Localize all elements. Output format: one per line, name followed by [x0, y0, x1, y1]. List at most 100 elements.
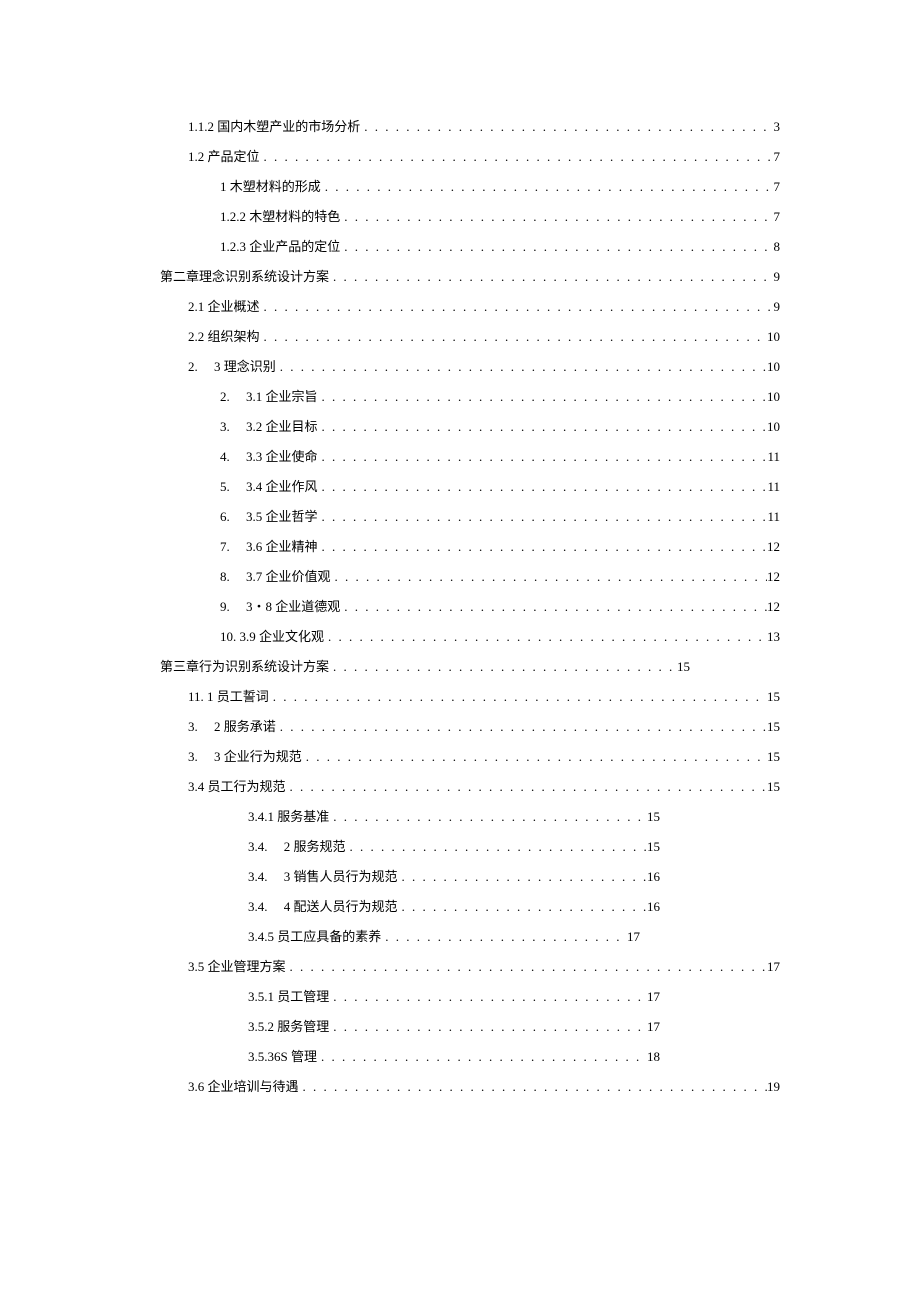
toc-label: 2. 3.1 企业宗旨 [220, 390, 318, 403]
toc-label: 6. 3.5 企业哲学 [220, 510, 318, 523]
toc-page-number: 15 [767, 780, 780, 793]
toc-leader [276, 360, 767, 373]
toc-entry: 11. 1 员工誓词15 [160, 690, 780, 703]
toc-label: 7. 3.6 企业精神 [220, 540, 318, 553]
toc-page-number: 15 [647, 810, 660, 823]
toc-label: 3. 3.2 企业目标 [220, 420, 318, 433]
toc-entry: 3.6 企业培训与待遇 19 [160, 1080, 780, 1093]
toc-entry: 4. 3.3 企业使命 11 [160, 450, 780, 463]
toc-leader [324, 630, 767, 643]
toc-leader [276, 720, 767, 733]
toc-label: 3.4. 3 销售人员行为规范 [248, 870, 398, 883]
toc-leader [340, 210, 773, 223]
toc-label: 1.2.3 企业产品的定位 [220, 240, 340, 253]
toc-leader [340, 600, 767, 613]
toc-entry: 3.5.1 员工管理17 [160, 990, 660, 1003]
toc-entry: 7. 3.6 企业精神12 [160, 540, 780, 553]
toc-entry: 第二章理念识别系统设计方案 9 [160, 270, 780, 283]
toc-leader [260, 150, 774, 163]
toc-entry: 3.4. 2 服务规范 15 [160, 840, 660, 853]
toc-leader [260, 300, 774, 313]
toc-leader [269, 690, 767, 703]
toc-label: 8. 3.7 企业价值观 [220, 570, 331, 583]
toc-label: 10. 3.9 企业文化观 [220, 630, 324, 643]
toc-entry: 3.4.1 服务基准15 [160, 810, 660, 823]
toc-leader [346, 840, 647, 853]
toc-page-number: 7 [774, 150, 781, 163]
toc-page-number: 11 [767, 510, 780, 523]
toc-page-number: 17 [647, 1020, 660, 1033]
toc-label: 1.1.2 国内木塑产业的市场分析 [188, 120, 360, 133]
toc-page-number: 9 [774, 270, 781, 283]
toc-leader [340, 240, 773, 253]
toc-container: 1.1.2 国内木塑产业的市场分析31.2 产品定位71 木塑材料的形成71.2… [160, 120, 780, 1110]
toc-entry: 10. 3.9 企业文化观13 [160, 630, 780, 643]
toc-leader [329, 1020, 647, 1033]
toc-page-number: 15 [677, 660, 690, 673]
toc-leader [318, 420, 767, 433]
toc-page-number: 12 [767, 600, 780, 613]
toc-entry: 6. 3.5 企业哲学 11 [160, 510, 780, 523]
toc-leader [318, 390, 767, 403]
toc-page-number: 15 [647, 840, 660, 853]
toc-page-number: 17 [627, 930, 640, 943]
toc-label: 3.5.2 服务管理 [248, 1020, 329, 1033]
toc-page-number: 15 [767, 690, 780, 703]
toc-entry: 1.2.3 企业产品的定位8 [160, 240, 780, 253]
toc-label: 1.2 产品定位 [188, 150, 260, 163]
toc-label: 3.6 企业培训与待遇 [188, 1080, 299, 1093]
toc-entry: 3.5 企业管理方案 17 [160, 960, 780, 973]
toc-label: 3. 3 企业行为规范 [188, 750, 302, 763]
toc-leader [331, 570, 767, 583]
toc-leader [360, 120, 773, 133]
toc-leader [329, 270, 773, 283]
toc-label: 第二章理念识别系统设计方案 [160, 270, 329, 283]
toc-entry: 2. 3 理念识别10 [160, 360, 780, 373]
toc-label: 4. 3.3 企业使命 [220, 450, 318, 463]
toc-leader [318, 540, 767, 553]
toc-label: 3.5.36S 管理 [248, 1050, 317, 1063]
toc-page-number: 11 [767, 480, 780, 493]
toc-entry: 1.1.2 国内木塑产业的市场分析 3 [160, 120, 780, 133]
toc-page-number: 17 [767, 960, 780, 973]
toc-label: 2.2 组织架构 [188, 330, 260, 343]
toc-leader [329, 660, 677, 673]
toc-leader [318, 510, 768, 523]
toc-leader [398, 870, 647, 883]
toc-page-number: 15 [767, 720, 780, 733]
toc-page-number: 7 [774, 180, 781, 193]
toc-page-number: 18 [647, 1050, 660, 1063]
toc-page-number: 12 [767, 570, 780, 583]
toc-entry: 3.4.5 员工应具备的素养17 [160, 930, 640, 943]
toc-label: 3.4. 4 配送人员行为规范 [248, 900, 398, 913]
toc-label: 3.5 企业管理方案 [188, 960, 286, 973]
toc-leader [260, 330, 767, 343]
toc-leader [286, 960, 767, 973]
toc-label: 3.5.1 员工管理 [248, 990, 329, 1003]
toc-label: 第三章行为识别系统设计方案 [160, 660, 329, 673]
toc-page-number: 11 [767, 450, 780, 463]
toc-entry: 1.2.2 木塑材料的特色7 [160, 210, 780, 223]
toc-leader [317, 1050, 647, 1063]
toc-page-number: 7 [774, 210, 781, 223]
toc-leader [318, 480, 768, 493]
toc-entry: 3. 3 企业行为规范15 [160, 750, 780, 763]
toc-entry: 1 木塑材料的形成7 [160, 180, 780, 193]
toc-leader [329, 810, 647, 823]
toc-entry: 3. 2 服务承诺15 [160, 720, 780, 733]
toc-label: 9. 3・8 企业道德观 [220, 600, 340, 613]
toc-entry: 第三章行为识别系统设计方案 15 [160, 660, 690, 673]
toc-entry: 2.1 企业概述9 [160, 300, 780, 313]
toc-leader [299, 1080, 767, 1093]
toc-entry: 2.2 组织架构10 [160, 330, 780, 343]
toc-page-number: 16 [647, 900, 660, 913]
toc-page-number: 19 [767, 1080, 780, 1093]
toc-entry: 3.4. 4 配送人员行为规范 16 [160, 900, 660, 913]
toc-label: 3.4. 2 服务规范 [248, 840, 346, 853]
toc-page-number: 16 [647, 870, 660, 883]
toc-page-number: 3 [774, 120, 781, 133]
toc-leader [398, 900, 647, 913]
toc-page-number: 9 [774, 300, 781, 313]
toc-entry: 2. 3.1 企业宗旨10 [160, 390, 780, 403]
toc-entry: 3.5.36S 管理 18 [160, 1050, 660, 1063]
